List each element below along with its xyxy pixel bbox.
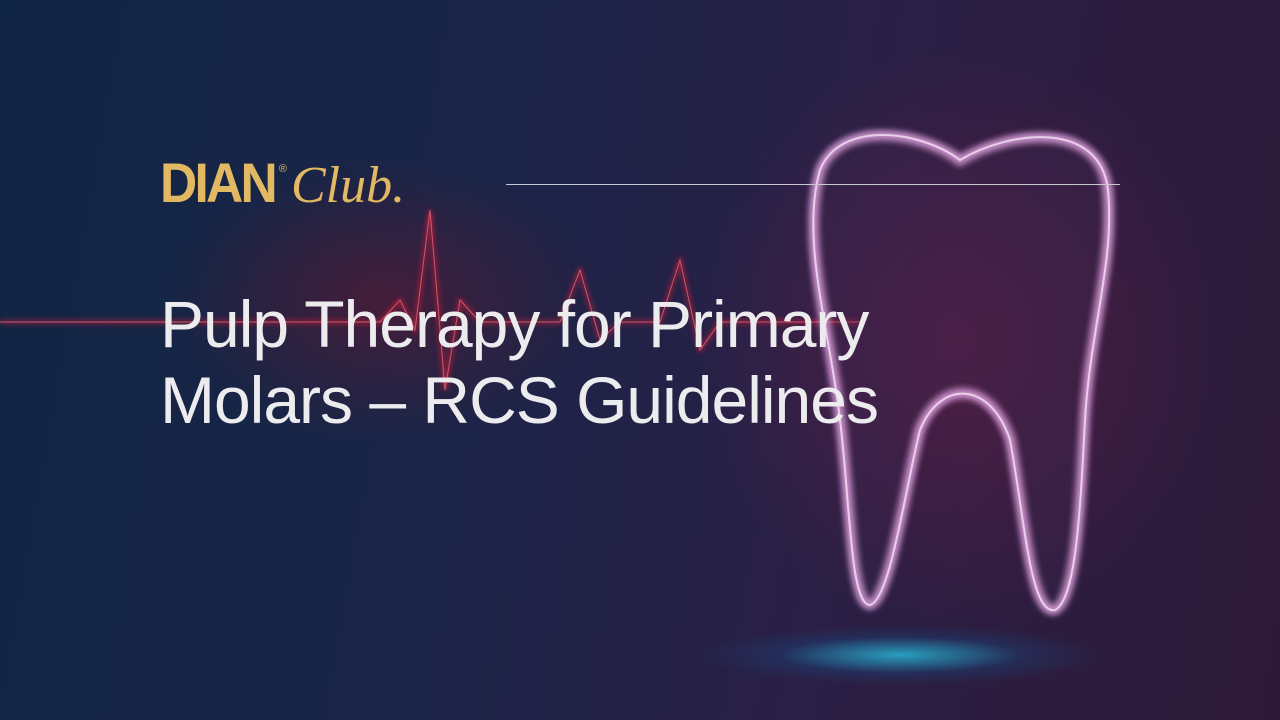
logo-registered-mark: ® bbox=[278, 163, 287, 175]
dian-club-logo: DIAN ® Club. bbox=[160, 150, 405, 215]
title-line-1: Pulp Therapy for Primary bbox=[160, 287, 869, 361]
logo-brand: DIAN bbox=[160, 151, 278, 214]
header-divider bbox=[506, 184, 1120, 185]
slide-title: Pulp Therapy for Primary Molars – RCS Gu… bbox=[160, 286, 879, 438]
logo-club: Club. bbox=[291, 157, 406, 214]
title-line-2: Molars – RCS Guidelines bbox=[160, 363, 879, 437]
